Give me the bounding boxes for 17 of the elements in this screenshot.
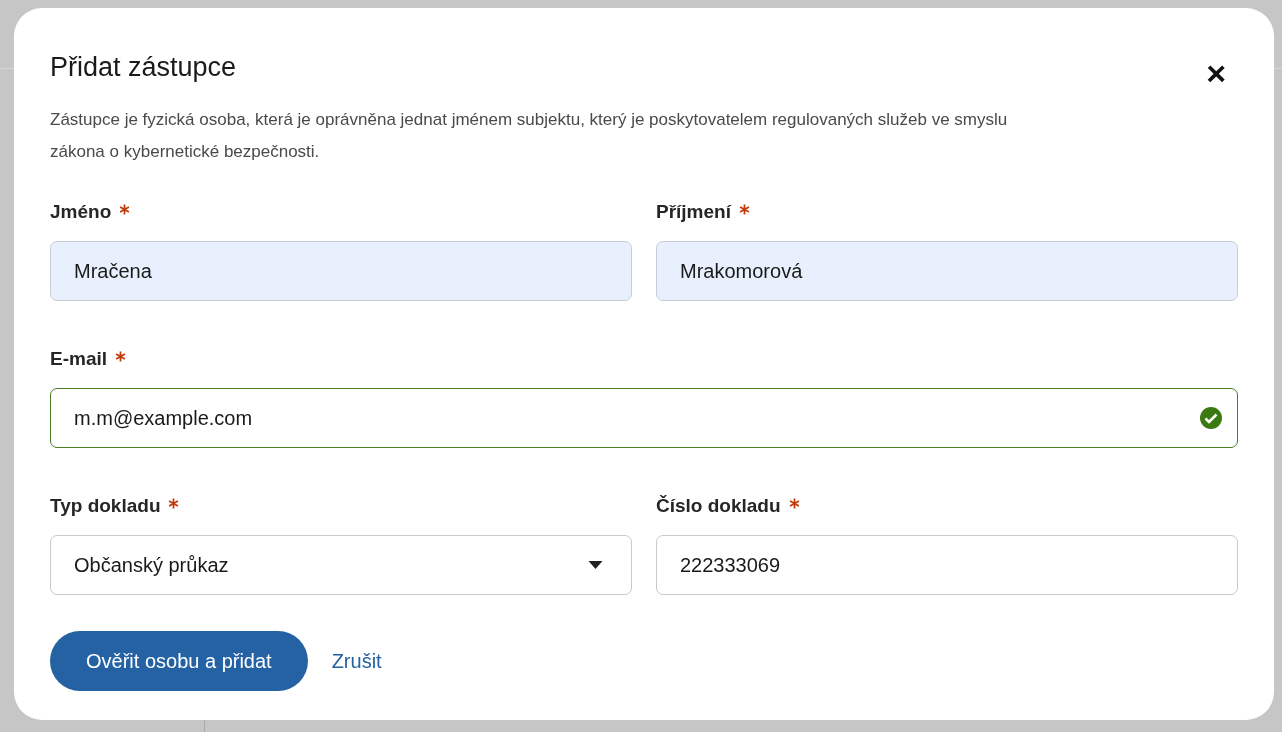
cancel-link[interactable]: Zrušit xyxy=(331,649,382,673)
dialog-title: Přidat zástupce xyxy=(50,52,237,83)
field-label: Typ dokladu xyxy=(50,495,161,517)
verify-and-add-button[interactable]: Ověřit osobu a přidat xyxy=(50,631,308,691)
input-field[interactable]: 222333069 xyxy=(656,535,1238,595)
check-icon xyxy=(1199,406,1223,430)
caret-icon xyxy=(588,561,603,569)
field-label: Číslo dokladu xyxy=(656,495,781,517)
input-field[interactable]: Mračena xyxy=(50,241,632,301)
select-field[interactable]: Občanský průkaz xyxy=(50,535,632,595)
dialog-description: Zástupce je fyzická osoba, která je oprávněna jednat jménem subjektu, který je poskytovatelem regulovaných služeb ve smyslu zákona o kybernetické bezpečnosti. xyxy=(50,109,1009,163)
field-label: E-mail xyxy=(50,348,108,370)
input-field[interactable]: Mrakomorová xyxy=(656,241,1238,301)
field-label: Jméno xyxy=(50,201,112,223)
input-field[interactable]: m.m@example.com xyxy=(50,388,1238,448)
field-label: Příjmení xyxy=(656,201,731,223)
close-button[interactable]: × xyxy=(1194,56,1238,90)
